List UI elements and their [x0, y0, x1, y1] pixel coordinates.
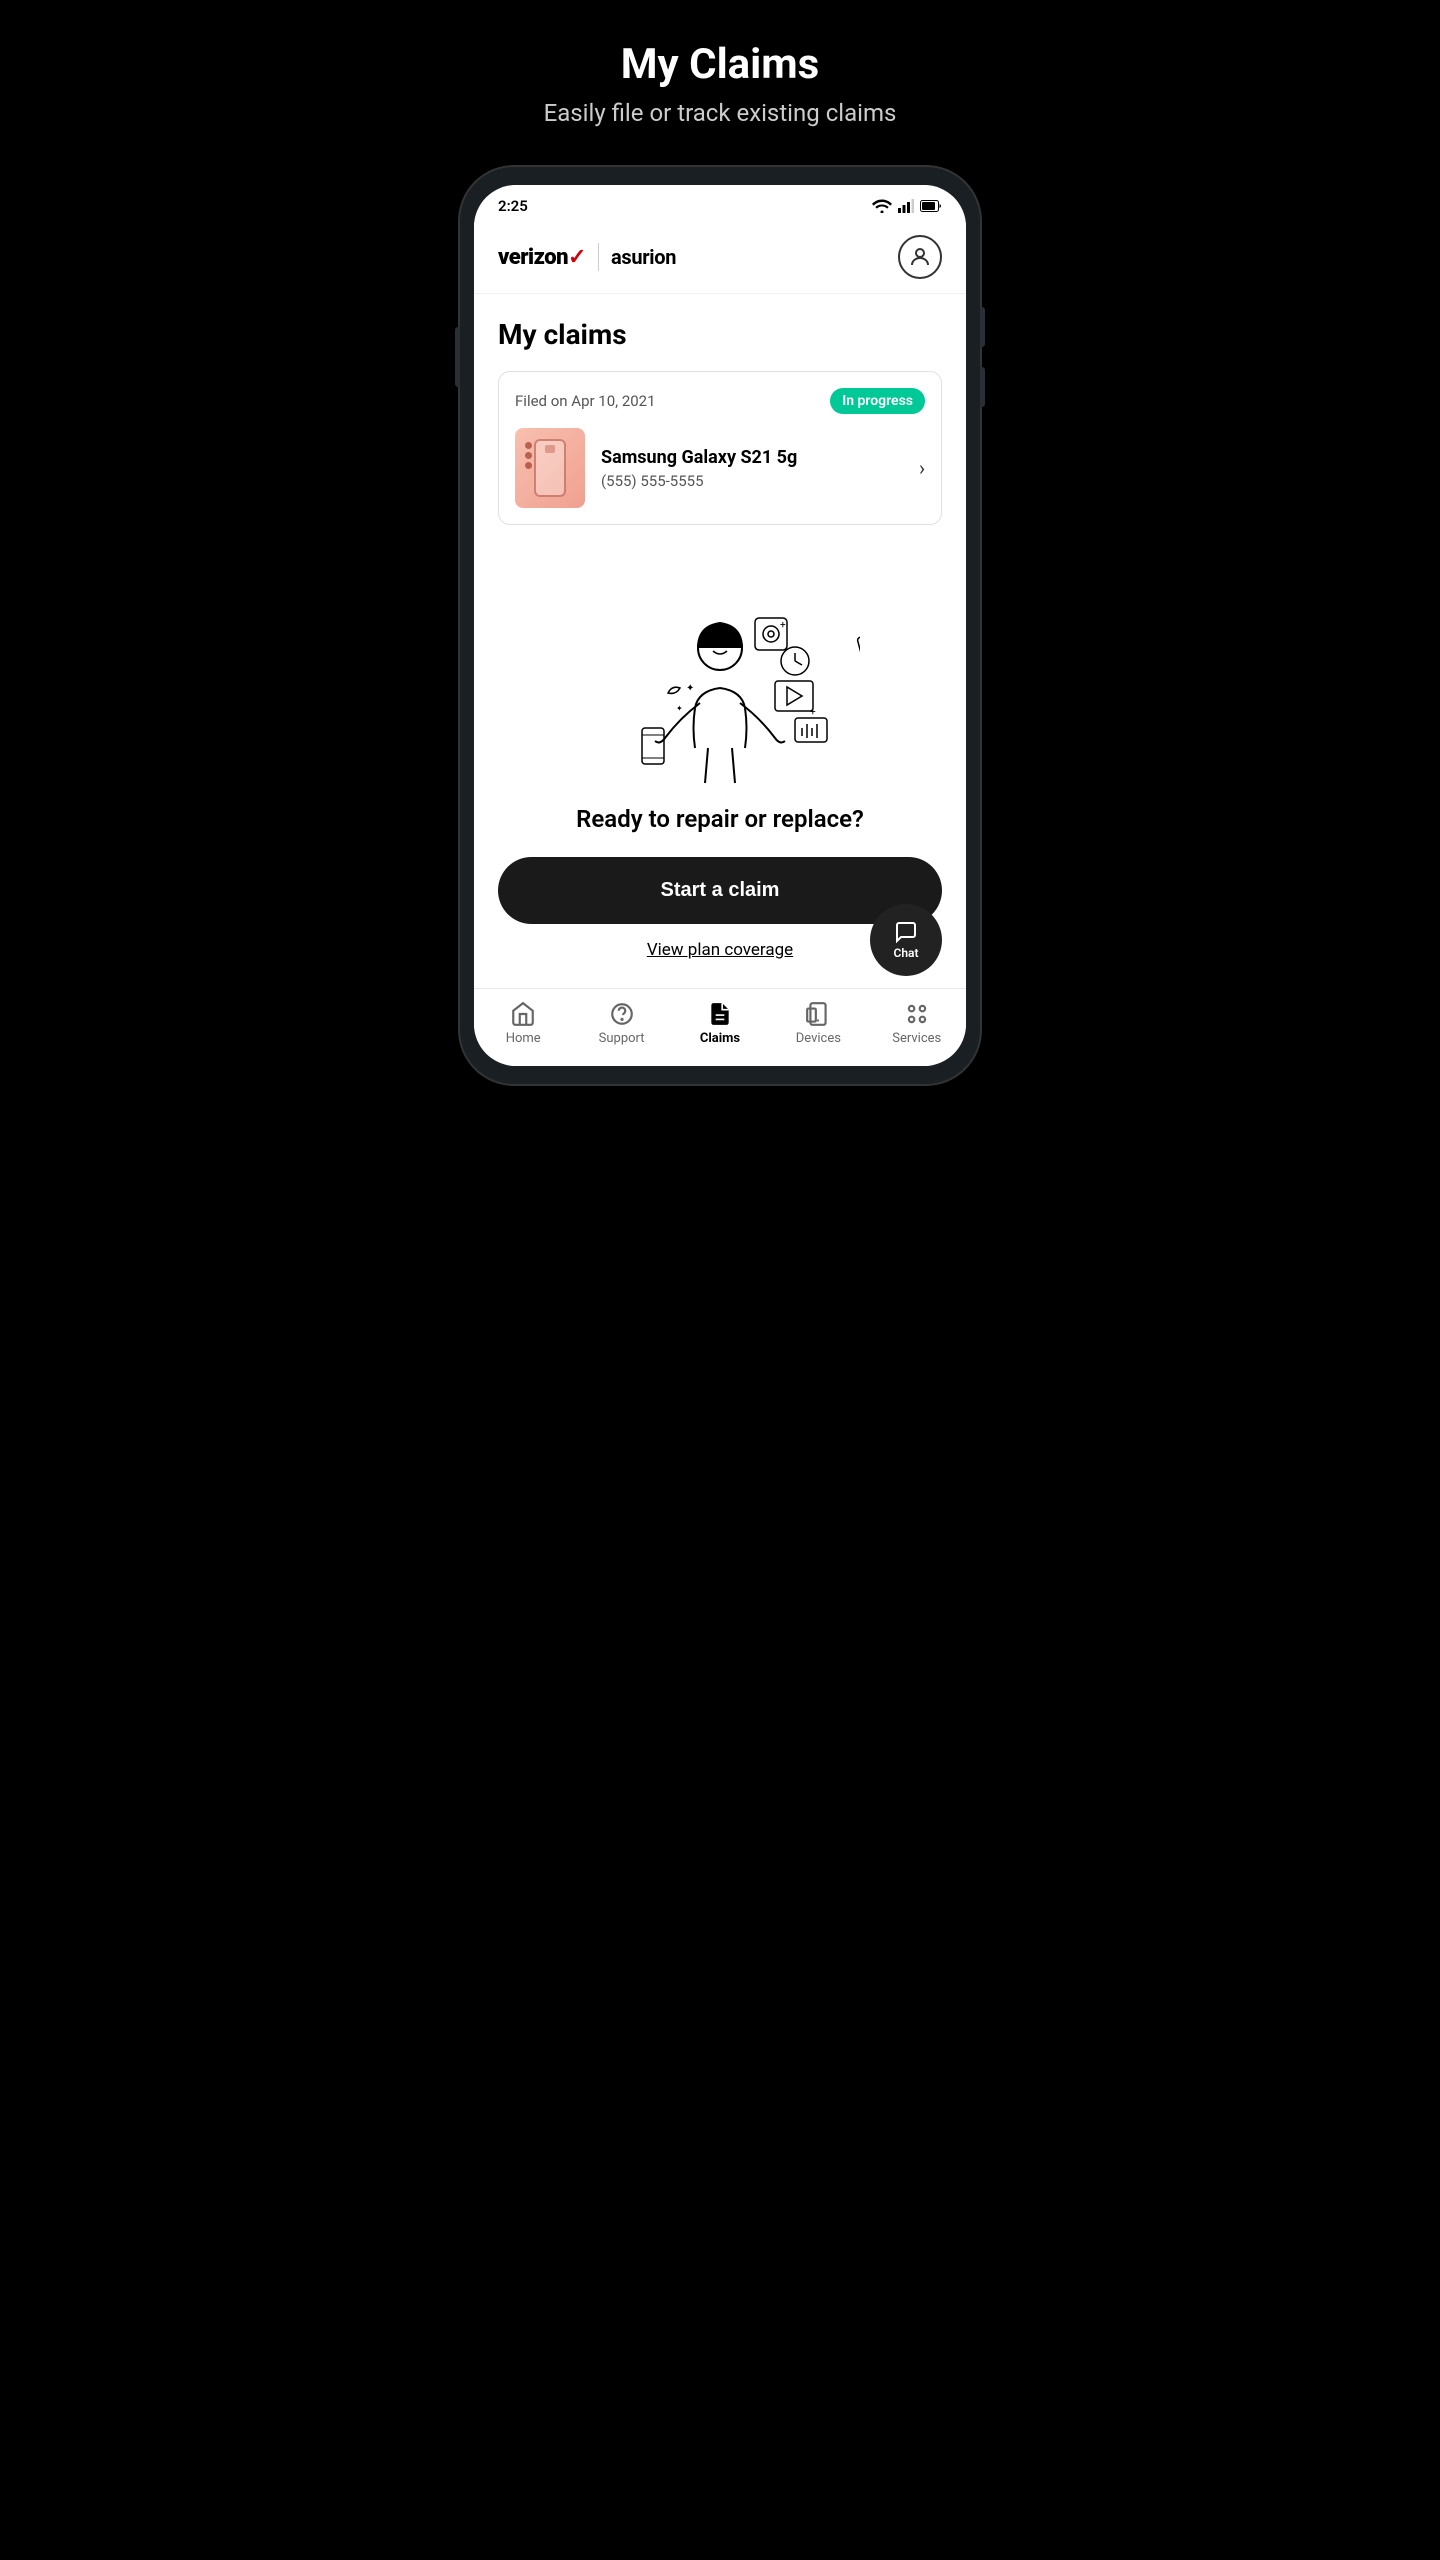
nav-label-services: Services [892, 1031, 941, 1046]
cta-text: Ready to repair or replace? [576, 805, 864, 833]
phone-screen: 2:25 [474, 185, 966, 1066]
nav-item-services[interactable]: Services [882, 1001, 952, 1046]
claim-device-row: Samsung Galaxy S21 5g (555) 555-5555 › [515, 428, 925, 508]
claim-card[interactable]: Filed on Apr 10, 2021 In progress [498, 371, 942, 525]
signal-icon [898, 199, 914, 213]
start-claim-button[interactable]: Start a claim [498, 857, 942, 924]
svg-text:✦: ✦ [676, 704, 683, 713]
page-header: My Claims Easily file or track existing … [544, 40, 897, 127]
nav-item-claims[interactable]: Claims [685, 1001, 755, 1046]
status-badge: In progress [830, 388, 925, 414]
svg-text:✦: ✦ [686, 683, 694, 694]
nav-label-devices: Devices [796, 1031, 841, 1046]
battery-icon [920, 200, 942, 212]
profile-button[interactable] [898, 235, 942, 279]
logo-area: verizon✓ asurion [498, 243, 676, 271]
status-bar: 2:25 [474, 185, 966, 221]
camera-dot-2 [525, 452, 532, 459]
phone-frame: 2:25 [460, 167, 980, 1084]
nav-label-claims: Claims [700, 1031, 740, 1046]
device-info: Samsung Galaxy S21 5g (555) 555-5555 [601, 447, 903, 490]
camera-dot-1 [525, 442, 532, 449]
illustration-area: ✦ ✦ + [474, 553, 966, 857]
page-title: My Claims [544, 40, 897, 89]
illustration-svg: ✦ ✦ + [580, 573, 860, 793]
nav-item-devices[interactable]: Devices [783, 1001, 853, 1046]
bottom-nav: Home Support [474, 988, 966, 1066]
nav-item-home[interactable]: Home [488, 1001, 558, 1046]
phone-silhouette [534, 439, 566, 497]
svg-text:+: + [810, 707, 816, 718]
chat-icon [894, 920, 918, 944]
asurion-logo: asurion [611, 245, 676, 269]
volume-button-right [980, 367, 985, 407]
nav-item-support[interactable]: Support [587, 1001, 657, 1046]
page-subtitle: Easily file or track existing claims [544, 99, 897, 127]
chat-fab-button[interactable]: Chat [870, 904, 942, 976]
user-icon [908, 245, 932, 269]
chat-fab-label: Chat [893, 946, 918, 960]
logo-divider [598, 243, 599, 271]
home-icon [510, 1001, 536, 1027]
device-image [515, 428, 585, 508]
volume-button-left [455, 327, 460, 387]
device-name: Samsung Galaxy S21 5g [601, 447, 903, 468]
status-time: 2:25 [498, 197, 528, 215]
nav-label-home: Home [506, 1031, 541, 1046]
claim-card-header: Filed on Apr 10, 2021 In progress [515, 388, 925, 414]
chevron-right-icon: › [919, 456, 925, 480]
claims-icon [707, 1001, 733, 1027]
power-button [980, 307, 985, 347]
support-icon [609, 1001, 635, 1027]
verizon-checkmark: ✓ [568, 245, 586, 270]
devices-icon [805, 1001, 831, 1027]
camera-dot-3 [525, 462, 532, 469]
section-title: My claims [498, 318, 942, 351]
verizon-logo: verizon✓ [498, 245, 586, 270]
app-header: verizon✓ asurion [474, 221, 966, 294]
nav-label-support: Support [599, 1031, 645, 1046]
status-icons [872, 199, 942, 213]
phone-wrapper: 2:25 [460, 167, 980, 1084]
svg-text:+: + [780, 620, 786, 631]
device-number: (555) 555-5555 [601, 472, 903, 490]
filed-date: Filed on Apr 10, 2021 [515, 392, 656, 410]
services-icon [904, 1001, 930, 1027]
wifi-icon [872, 199, 892, 213]
camera-dots [525, 442, 532, 469]
main-content: My claims Filed on Apr 10, 2021 In progr… [474, 294, 966, 525]
